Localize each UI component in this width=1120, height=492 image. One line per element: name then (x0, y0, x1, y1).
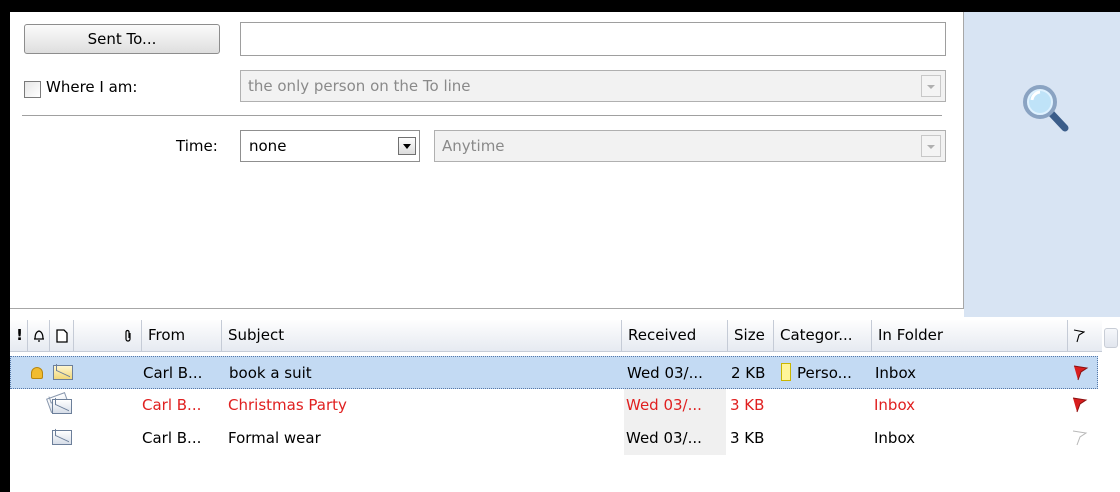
magnifier-icon[interactable] (1020, 82, 1070, 132)
scroll-up-button[interactable] (1104, 328, 1118, 348)
table-row[interactable]: Carl B... Formal wear Wed 03/... 3 KB In… (10, 422, 1098, 455)
advanced-find-window: Sent To... Where I am: the only person o… (10, 12, 1120, 492)
subject-column[interactable]: Subject (222, 320, 622, 351)
message-received: Wed 03/... (624, 389, 726, 422)
table-row[interactable]: Carl B... Christmas Party Wed 03/... 3 K… (10, 389, 1098, 422)
flag-column[interactable] (1068, 320, 1090, 351)
sent-to-field[interactable] (240, 22, 946, 56)
message-from: Carl B... (142, 396, 202, 414)
time-range-select[interactable]: Anytime (434, 130, 946, 162)
message-size: 2 KB (731, 364, 766, 382)
message-received: Wed 03/... (624, 422, 726, 455)
categories-column[interactable]: Categor... (774, 320, 872, 351)
message-received: Wed 03/... (627, 364, 703, 382)
from-column[interactable]: From (142, 320, 222, 351)
message-subject: book a suit (229, 364, 312, 382)
where-i-am-checkbox[interactable] (24, 81, 41, 98)
page-icon (55, 328, 68, 343)
message-folder: Inbox (875, 364, 917, 382)
envelope-open-icon (53, 365, 73, 380)
time-label: Time: (176, 137, 218, 155)
icon-column[interactable] (50, 320, 74, 351)
time-select[interactable]: none (240, 130, 420, 162)
flag-icon (1073, 328, 1086, 342)
separator (22, 115, 942, 117)
importance-column[interactable]: ! (12, 320, 28, 351)
in-folder-column[interactable]: In Folder (872, 320, 1068, 351)
message-subject: Formal wear (228, 429, 321, 447)
message-folder: Inbox (874, 396, 916, 414)
where-i-am-select[interactable]: the only person on the To line (240, 70, 946, 102)
reminder-bell-icon (33, 329, 44, 342)
message-folder: Inbox (874, 429, 916, 447)
received-column[interactable]: Received (622, 320, 728, 351)
where-i-am-label: Where I am: (46, 78, 138, 96)
attachment-column[interactable] (114, 320, 142, 351)
reminder-column[interactable] (28, 320, 50, 351)
empty-flag-icon[interactable] (1070, 429, 1088, 447)
reminder-bell-icon (31, 367, 43, 379)
chevron-down-icon[interactable] (921, 75, 941, 97)
message-from: Carl B... (142, 429, 202, 447)
time-range-value: Anytime (442, 137, 505, 155)
search-side-panel (964, 12, 1120, 317)
envelope-open-icon (52, 399, 72, 414)
message-from: Carl B... (143, 364, 203, 382)
search-criteria-pane: Sent To... Where I am: the only person o… (10, 12, 964, 308)
column-header: ! From Subject Received Size Categor... … (10, 320, 1120, 352)
chevron-down-icon[interactable] (398, 137, 416, 155)
red-flag-icon[interactable] (1070, 396, 1088, 414)
table-row[interactable]: Carl B... book a suit Wed 03/... 2 KB Pe… (10, 356, 1098, 389)
size-column[interactable]: Size (728, 320, 774, 351)
message-subject: Christmas Party (228, 396, 347, 414)
chevron-down-icon[interactable] (921, 135, 941, 157)
pane-splitter[interactable] (10, 308, 964, 317)
paperclip-icon (124, 329, 131, 342)
where-i-am-value: the only person on the To line (248, 77, 471, 95)
red-flag-icon[interactable] (1071, 364, 1089, 382)
time-value: none (249, 137, 287, 155)
sent-to-button[interactable]: Sent To... (24, 24, 220, 54)
message-category: Perso... (797, 364, 852, 382)
envelope-open-icon (52, 430, 72, 445)
message-size: 3 KB (730, 429, 765, 447)
category-tag-icon (781, 363, 791, 381)
message-size: 3 KB (730, 396, 765, 414)
